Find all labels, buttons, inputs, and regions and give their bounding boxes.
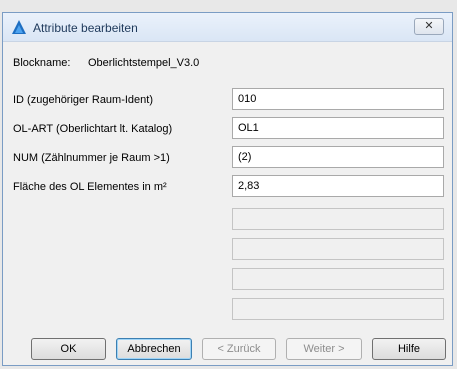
attr-label-olart: OL-ART (Oberlichtart lt. Katalog) bbox=[13, 123, 173, 135]
close-button[interactable]: ✕ bbox=[414, 18, 444, 35]
attr-label-num: NUM (Zählnummer je Raum >1) bbox=[13, 152, 170, 164]
help-button[interactable]: Hilfe bbox=[372, 338, 446, 360]
back-button: < Zurück bbox=[202, 338, 276, 360]
next-button: Weiter > bbox=[286, 338, 362, 360]
attr-input-olart[interactable] bbox=[232, 117, 444, 139]
attr-input-id[interactable] bbox=[232, 88, 444, 110]
triangle-app-icon bbox=[12, 20, 26, 34]
empty-attr-field-3 bbox=[232, 268, 444, 290]
cancel-button[interactable]: Abbrechen bbox=[116, 338, 192, 360]
attribute-dialog: Attribute bearbeiten ✕ Blockname: Oberli… bbox=[2, 12, 453, 366]
empty-attr-field-2 bbox=[232, 238, 444, 260]
attr-input-flaeche[interactable] bbox=[232, 175, 444, 197]
blockname-label: Blockname: bbox=[13, 57, 71, 69]
blockname-value: Oberlichtstempel_V3.0 bbox=[88, 57, 200, 69]
attr-input-num[interactable] bbox=[232, 146, 444, 168]
title-bar[interactable]: Attribute bearbeiten ✕ bbox=[3, 13, 452, 42]
empty-attr-field-1 bbox=[232, 208, 444, 230]
empty-attr-field-4 bbox=[232, 298, 444, 320]
attr-label-id: ID (zugehöriger Raum-Ident) bbox=[13, 94, 154, 106]
close-icon: ✕ bbox=[424, 20, 434, 32]
attr-label-flaeche: Fläche des OL Elementes in m² bbox=[13, 181, 167, 193]
ok-button[interactable]: OK bbox=[31, 338, 106, 360]
dialog-title: Attribute bearbeiten bbox=[33, 21, 138, 35]
